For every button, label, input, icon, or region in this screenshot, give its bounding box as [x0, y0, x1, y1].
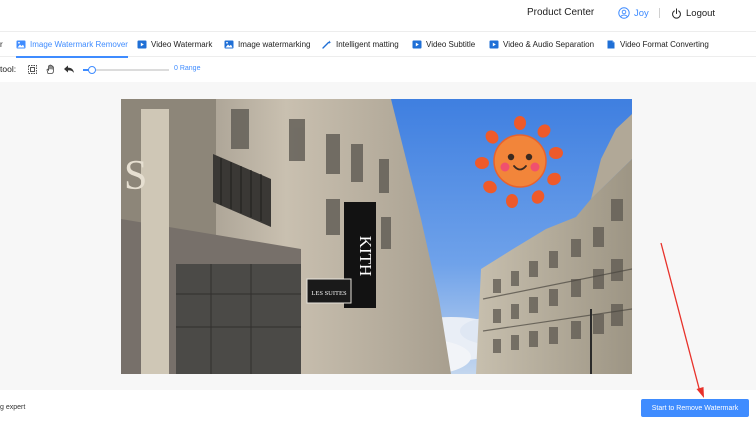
- video-icon: [412, 40, 422, 49]
- tab-video-subtitle[interactable]: Video Subtitle: [412, 32, 475, 57]
- tab-label: Video & Audio Separation: [503, 40, 595, 49]
- tab-partial[interactable]: r: [0, 40, 3, 49]
- logout-label: Logout: [686, 7, 716, 19]
- kith-sign-text: KITH: [356, 236, 375, 277]
- brush-size-handle[interactable]: [88, 66, 96, 74]
- undo-icon[interactable]: [63, 64, 75, 75]
- user-name[interactable]: Joy: [634, 8, 649, 19]
- tool-label: tool:: [0, 64, 17, 74]
- street-photo: S KITH LES SUITES: [121, 99, 632, 374]
- tab-video-watermark[interactable]: Video Watermark: [137, 32, 212, 57]
- image-icon: [16, 40, 26, 49]
- magic-wand-icon: [322, 40, 332, 49]
- power-icon: [672, 7, 681, 19]
- tab-label: Video Subtitle: [426, 40, 476, 49]
- tab-label: Image watermarking: [238, 40, 311, 49]
- tab-video-audio-separation[interactable]: Video & Audio Separation: [489, 32, 594, 57]
- facade-letter-text: S: [124, 153, 147, 199]
- feature-tabs: r Image Watermark Remover Video Watermar…: [0, 31, 756, 58]
- range-label: 0 Range: [174, 65, 201, 72]
- tab-label: Image Watermark Remover: [30, 40, 128, 49]
- tab-image-watermark-remover[interactable]: Image Watermark Remover: [16, 32, 128, 58]
- select-box-icon[interactable]: [27, 64, 38, 75]
- start-remove-watermark-button[interactable]: Start to Remove Watermark: [641, 399, 749, 417]
- tab-image-watermarking[interactable]: Image watermarking: [224, 32, 310, 57]
- tab-label: Intelligent matting: [336, 40, 399, 49]
- uploaded-image[interactable]: S KITH LES SUITES: [121, 99, 632, 374]
- image-icon: [224, 40, 234, 49]
- tab-label: Video Watermark: [151, 40, 213, 49]
- header-divider: [659, 8, 660, 18]
- logout-button[interactable]: Logout: [671, 5, 715, 21]
- hand-icon[interactable]: [45, 64, 56, 75]
- user-menu[interactable]: Joy: [618, 5, 649, 21]
- video-icon: [137, 40, 147, 49]
- les-suites-sign-text: LES SUITES: [311, 290, 347, 297]
- tab-intelligent-matting[interactable]: Intelligent matting: [322, 32, 399, 57]
- tab-video-format-converting[interactable]: Video Format Converting: [606, 32, 709, 57]
- product-center-link[interactable]: Product Center: [527, 7, 594, 18]
- expert-link[interactable]: g expert: [0, 404, 25, 411]
- tab-label: Video Format Converting: [620, 40, 709, 49]
- file-icon: [607, 40, 615, 49]
- top-bar: Product Center Joy Logout: [0, 0, 756, 30]
- user-icon: [618, 7, 630, 19]
- video-icon: [489, 40, 499, 49]
